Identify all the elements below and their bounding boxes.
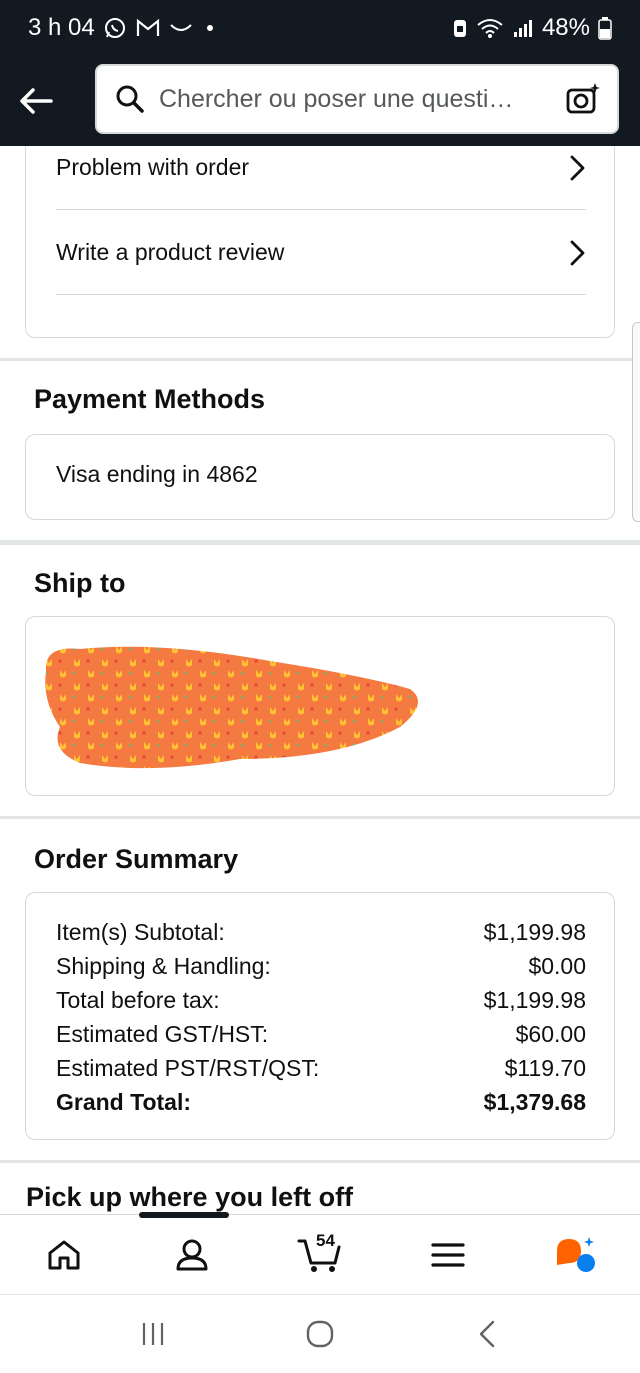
payment-method-text: Visa ending in 4862 xyxy=(56,461,258,487)
summary-value: $119.70 xyxy=(504,1055,586,1081)
order-summary-title: Order Summary xyxy=(34,844,239,874)
wifi-icon xyxy=(476,17,504,39)
payment-methods-title: Payment Methods xyxy=(34,384,266,414)
status-right: 48% xyxy=(452,14,612,42)
search-icon xyxy=(116,85,144,113)
status-left: 3 h 04 xyxy=(28,14,213,42)
write-review-row[interactable]: Write a product review xyxy=(56,211,586,295)
camera-search-button[interactable] xyxy=(563,79,603,119)
cart-count-badge: 54 xyxy=(316,1230,335,1250)
ship-to-title: Ship to xyxy=(34,568,126,598)
signal-icon xyxy=(512,17,534,39)
section-divider xyxy=(0,358,640,361)
summary-value: $60.00 xyxy=(515,1021,586,1047)
summary-value: $1,199.98 xyxy=(483,987,586,1013)
summary-value: $1,199.98 xyxy=(483,919,586,945)
ship-to-card xyxy=(25,616,615,796)
order-details-content: Problem with order Write a product revie… xyxy=(0,146,640,1214)
problem-with-order-label: Problem with order xyxy=(56,154,250,180)
menu-icon xyxy=(431,1242,465,1267)
summary-label: Estimated GST/HST: xyxy=(56,1021,269,1047)
summary-label: Item(s) Subtotal: xyxy=(56,919,225,945)
nav-home[interactable] xyxy=(24,1215,104,1295)
recent-apps-icon xyxy=(143,1323,164,1345)
summary-row-shipping: Shipping & Handling: $0.00 xyxy=(56,949,586,983)
nav-menu[interactable] xyxy=(408,1215,488,1295)
summary-row-gst: Estimated GST/HST: $60.00 xyxy=(56,1017,586,1051)
write-review-label: Write a product review xyxy=(56,239,285,265)
order-help-card: Problem with order Write a product revie… xyxy=(25,146,615,338)
nav-account[interactable] xyxy=(152,1215,232,1295)
summary-value: $1,379.68 xyxy=(483,1089,586,1115)
status-bar: 3 h 04 48% xyxy=(0,0,640,56)
back-system-button[interactable] xyxy=(457,1304,517,1364)
scrollbar[interactable] xyxy=(632,322,640,522)
status-time: 3 h 04 xyxy=(28,14,95,41)
whatsapp-icon xyxy=(103,16,127,40)
redacted-address-scribble xyxy=(45,646,418,769)
summary-label: Total before tax: xyxy=(56,987,220,1013)
pick-up-where-you-left-off-title: Pick up where you left off xyxy=(26,1182,354,1212)
notification-dot xyxy=(206,25,213,31)
search-header: Chercher ou poser une questi… xyxy=(0,56,640,146)
back-arrow-icon xyxy=(20,88,53,114)
recent-apps-button[interactable] xyxy=(123,1304,183,1364)
battery-saver-icon xyxy=(452,17,468,39)
search-input[interactable]: Chercher ou poser une questi… xyxy=(95,64,619,134)
rufus-assistant-icon xyxy=(557,1236,595,1272)
section-divider xyxy=(0,540,640,545)
gmail-icon xyxy=(135,17,161,39)
problem-with-order-row[interactable]: Problem with order xyxy=(56,146,586,210)
home-icon xyxy=(48,1240,80,1269)
chevron-right-icon xyxy=(568,239,586,267)
camera-search-icon xyxy=(566,83,600,114)
wave-icon xyxy=(169,21,193,35)
summary-label: Shipping & Handling: xyxy=(56,953,271,979)
home-system-icon xyxy=(306,1320,334,1348)
back-system-icon xyxy=(479,1320,494,1348)
summary-row-pst: Estimated PST/RST/QST: $119.70 xyxy=(56,1051,586,1085)
section-divider xyxy=(0,816,640,819)
payment-card: Visa ending in 4862 xyxy=(25,434,615,520)
summary-row-before-tax: Total before tax: $1,199.98 xyxy=(56,983,586,1017)
order-summary-card: Item(s) Subtotal: $1,199.98 Shipping & H… xyxy=(25,892,615,1140)
nav-cart[interactable]: 54 xyxy=(280,1215,360,1295)
chevron-right-icon xyxy=(568,154,586,182)
summary-label: Grand Total: xyxy=(56,1089,192,1115)
summary-value: $0.00 xyxy=(528,953,586,979)
bottom-navigation: 54 xyxy=(0,1214,640,1294)
account-icon xyxy=(176,1239,208,1270)
active-tab-indicator xyxy=(139,1212,229,1218)
home-system-button[interactable] xyxy=(290,1304,350,1364)
summary-row-grand-total: Grand Total: $1,379.68 xyxy=(56,1085,586,1119)
search-placeholder: Chercher ou poser une questi… xyxy=(159,84,514,113)
battery-percent: 48% xyxy=(541,14,590,41)
summary-row-subtotal: Item(s) Subtotal: $1,199.98 xyxy=(56,915,586,949)
nav-rufus-assistant[interactable] xyxy=(536,1215,616,1295)
back-button[interactable] xyxy=(0,56,72,146)
battery-icon xyxy=(598,16,612,40)
section-divider xyxy=(0,1160,640,1163)
summary-label: Estimated PST/RST/QST: xyxy=(56,1055,320,1081)
system-navigation-bar xyxy=(0,1294,640,1373)
